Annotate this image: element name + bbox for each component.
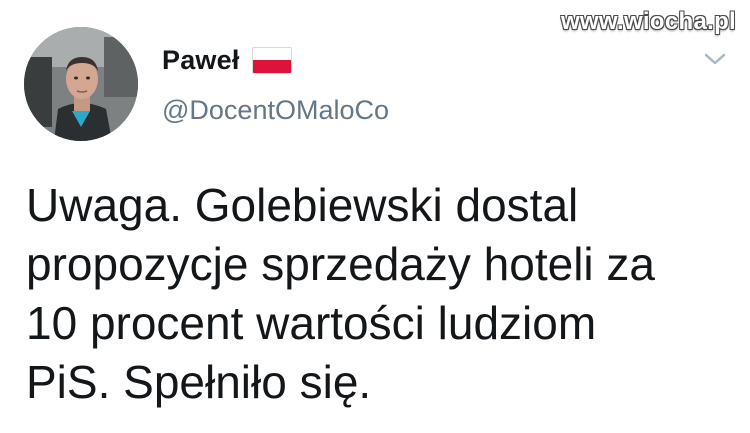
tweet-text-line: 10 procent wartości ludziom [26,297,597,349]
author-name-row: Paweł [162,42,292,78]
avatar-icon [24,27,138,141]
tweet-card: www.wiocha.pl Paweł @DocentOMaloCo Uwaga… [0,0,750,433]
poland-flag-icon [251,46,292,74]
display-name[interactable]: Paweł [162,45,240,76]
user-handle[interactable]: @DocentOMaloCo [162,95,389,126]
watermark: www.wiocha.pl [560,8,736,35]
tweet-text-line: propozycje sprzedaży hoteli za [26,238,655,290]
tweet-text-line: Uwaga. Golebiewski dostal [26,179,579,231]
tweet-text: Uwaga. Golebiewski dostal propozycje spr… [26,176,736,412]
chevron-down-icon[interactable] [702,48,728,70]
avatar[interactable] [24,27,138,141]
tweet-text-line: PiS. Spełniło się. [26,356,372,408]
